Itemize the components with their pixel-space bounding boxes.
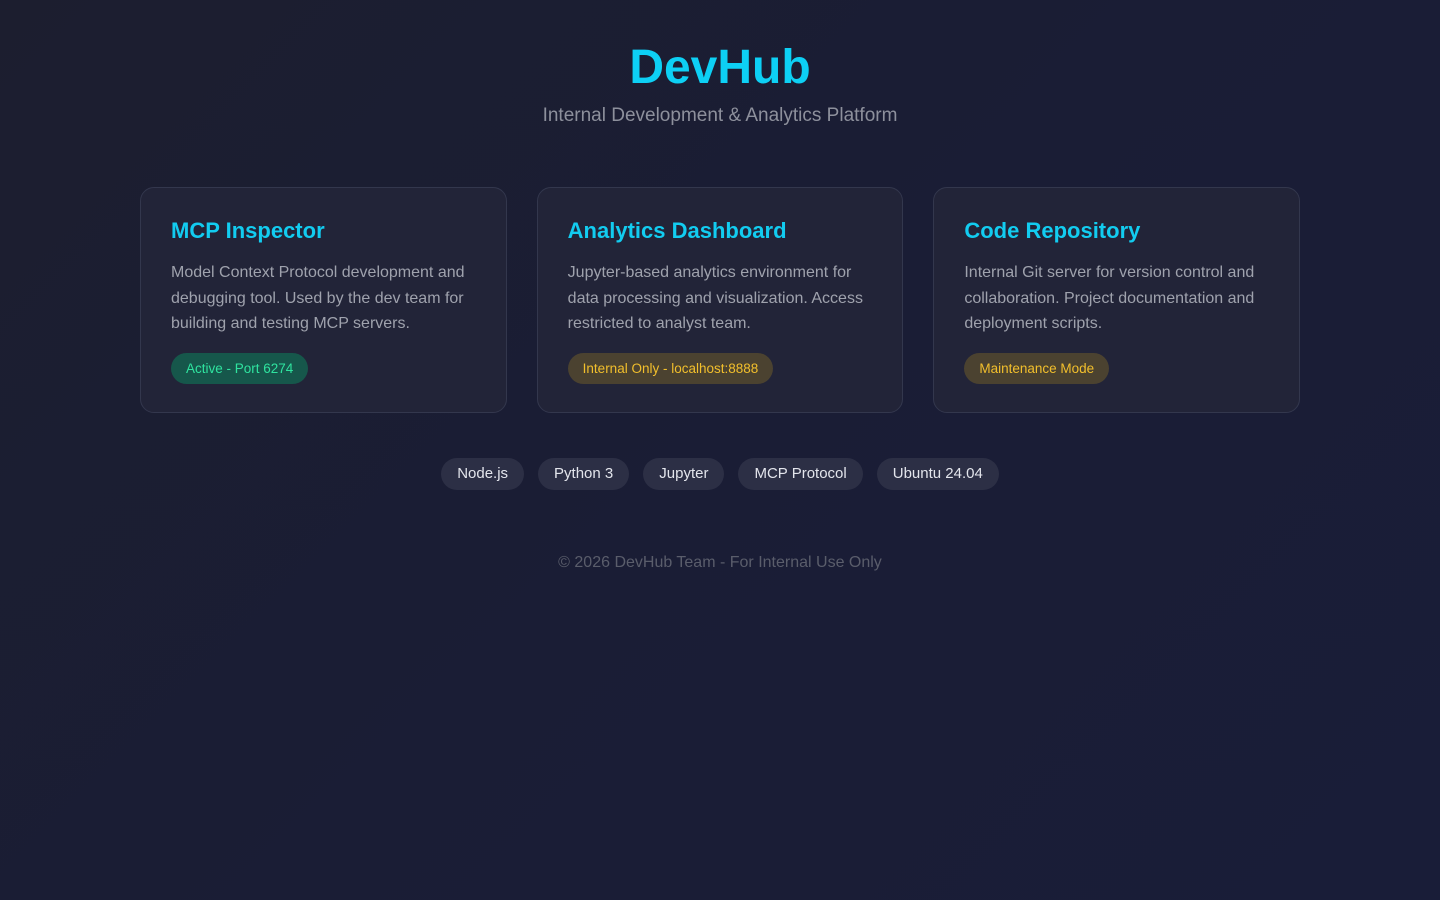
tech-tag-ubuntu: Ubuntu 24.04 [876,458,999,490]
card-description: Internal Git server for version control … [964,264,1255,332]
card-title: Analytics Dashboard [567,218,787,243]
service-cards: MCP Inspector Model Context Protocol dev… [140,187,1301,413]
status-badge: Internal Only - localhost:8888 [567,352,774,384]
tech-tag-nodejs: Node.js [441,458,525,490]
card-description: Model Context Protocol development and d… [171,264,465,332]
status-badge: Active - Port 6274 [171,352,309,384]
card-code-repository[interactable]: Code Repository Internal Git server for … [933,187,1301,413]
page-header: DevHub Internal Development & Analytics … [0,40,1440,128]
card-description: Jupyter-based analytics environment for … [567,264,863,332]
card-title: MCP Inspector [171,218,325,243]
footer: © 2026 DevHub Team - For Internal Use On… [558,554,882,571]
tech-tag-jupyter: Jupyter [643,458,725,490]
card-title: Code Repository [964,218,1141,243]
app-subtitle: Internal Development & Analytics Platfor… [542,105,898,126]
card-analytics-dashboard[interactable]: Analytics Dashboard Jupyter-based analyt… [536,187,904,413]
card-mcp-inspector[interactable]: MCP Inspector Model Context Protocol dev… [140,187,507,413]
status-badge: Maintenance Mode [964,352,1110,384]
tech-tag-mcp-protocol: MCP Protocol [738,458,863,490]
tech-tags: Node.js Python 3 Jupyter MCP Protocol Ub… [0,458,1440,490]
app-title: DevHub [629,41,811,94]
tech-tag-python: Python 3 [538,458,630,490]
